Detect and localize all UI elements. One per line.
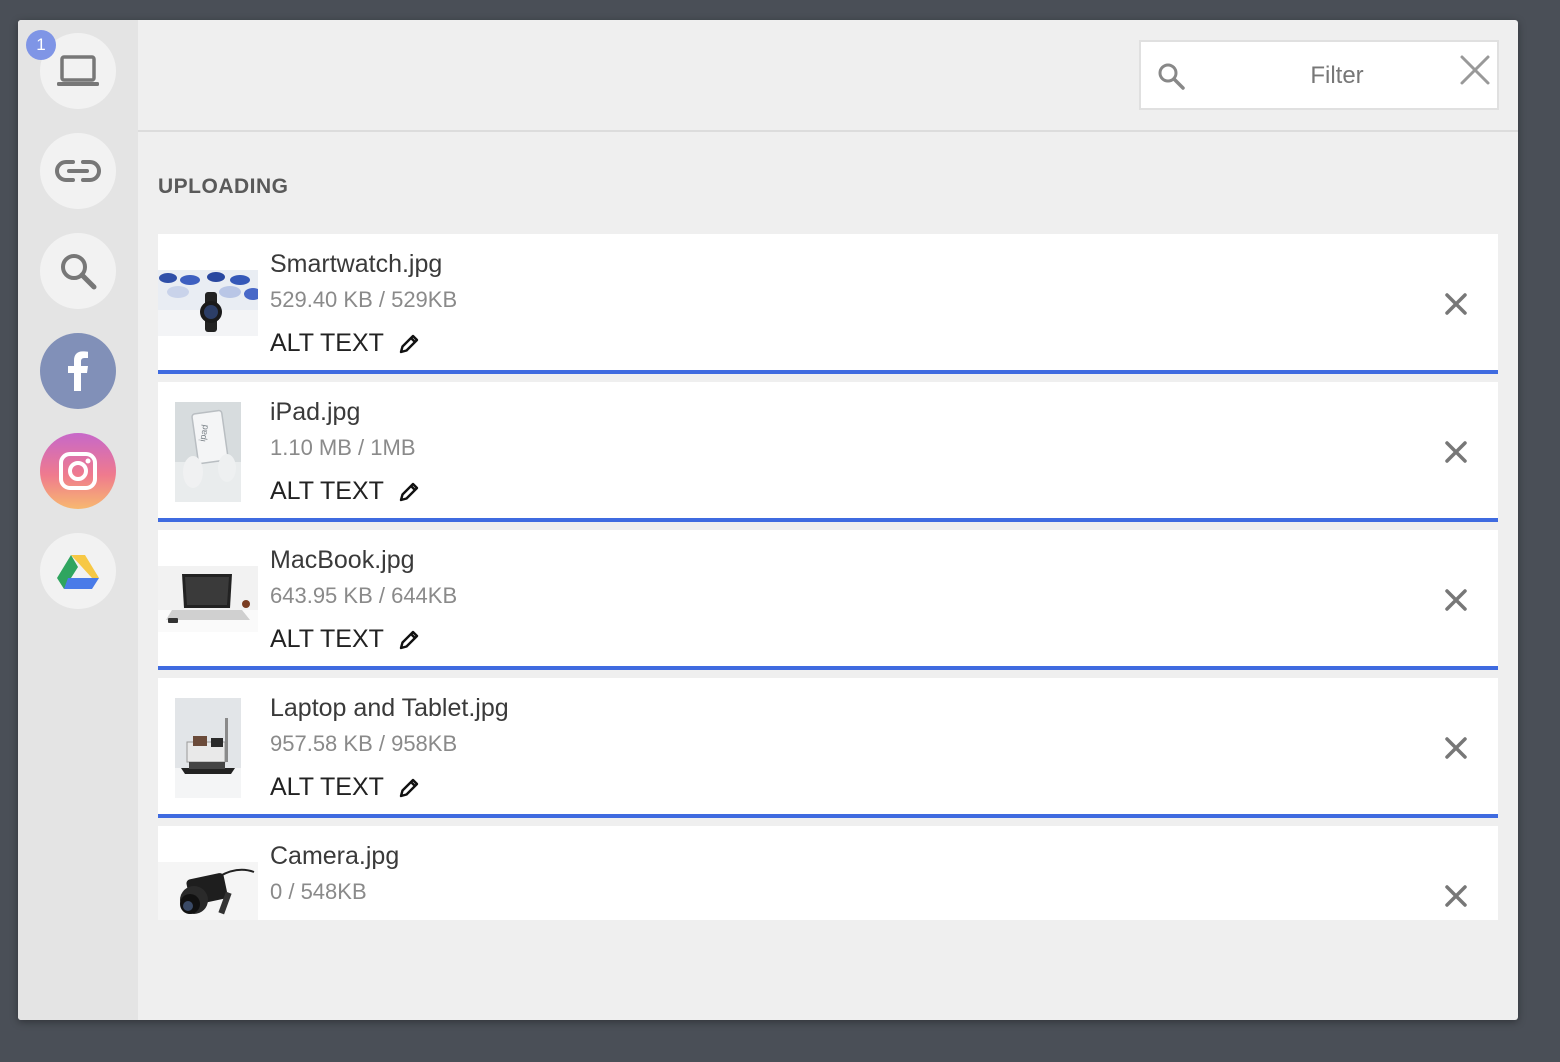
section-title: UPLOADING [158,175,289,198]
remove-file-icon[interactable] [1444,292,1468,316]
filter-box [1139,40,1499,110]
source-facebook-button[interactable] [40,333,116,409]
file-name: Smartwatch.jpg [270,250,443,278]
file-size: 957.58 KB / 958KB [270,731,458,756]
source-instagram-button[interactable] [40,433,116,509]
file-name: Laptop and Tablet.jpg [270,694,509,722]
file-size: 1.10 MB / 1MB [270,435,416,460]
smartwatch-photo [158,270,258,336]
alt-text-label: ALT TEXT [270,329,384,357]
google-drive-icon [57,555,99,589]
laptop-icon [57,55,99,86]
upload-item: ipad iPad.jpg 1.10 MB / 1MB ALT TEXT [158,382,1498,522]
file-size: 643.95 KB / 644KB [270,583,458,608]
camera-photo [158,862,258,920]
file-name: iPad.jpg [270,398,361,426]
alt-text-button[interactable]: ALT TEXT [270,329,420,358]
pencil-icon [399,630,419,649]
upload-item: Smartwatch.jpg 529.40 KB / 529KB ALT TEX… [158,234,1498,374]
pencil-icon [399,334,419,353]
file-size: 529.40 KB / 529KB [270,287,458,312]
upload-count-badge: 1 [26,30,56,60]
upload-dialog: 1 Filter UPLOADING Smartwatch.jpg 529.40… [18,20,1518,1020]
link-icon [55,160,101,182]
facebook-icon [68,351,88,391]
upload-item: MacBook.jpg 643.95 KB / 644KB ALT TEXT [158,530,1498,670]
source-link-button[interactable] [40,133,116,209]
remove-file-icon[interactable] [1444,440,1468,464]
pencil-icon [399,778,419,797]
alt-text-label: ALT TEXT [270,625,384,653]
ipad-photo: ipad [175,402,241,502]
alt-text-button[interactable]: ALT TEXT [270,477,420,506]
instagram-icon [59,452,97,490]
source-image-search-button[interactable] [40,233,116,309]
alt-text-button[interactable]: ALT TEXT [270,773,420,802]
alt-text-label: ALT TEXT [270,773,384,801]
file-size: 0 / 548KB [270,879,367,904]
remove-file-icon[interactable] [1444,736,1468,760]
clear-filter-icon[interactable] [1459,54,1491,86]
source-google-drive-button[interactable] [40,533,116,609]
macbook-photo [158,566,258,632]
remove-file-icon[interactable] [1444,588,1468,612]
search-icon [61,254,97,290]
source-sidebar: 1 [18,20,138,1020]
pencil-icon [399,482,419,501]
search-icon [1158,63,1185,90]
upload-item: Laptop and Tablet.jpg 957.58 KB / 958KB … [158,678,1498,818]
alt-text-label: ALT TEXT [270,477,384,505]
laptop-tablet-photo [175,698,241,798]
alt-text-button[interactable]: ALT TEXT [270,625,420,654]
remove-file-icon[interactable] [1444,884,1468,908]
file-name: MacBook.jpg [270,546,415,574]
header-bar [138,20,1518,132]
filter-input[interactable] [1201,54,1473,98]
upload-item: Camera.jpg 0 / 548KB [158,826,1498,920]
file-name: Camera.jpg [270,842,400,870]
